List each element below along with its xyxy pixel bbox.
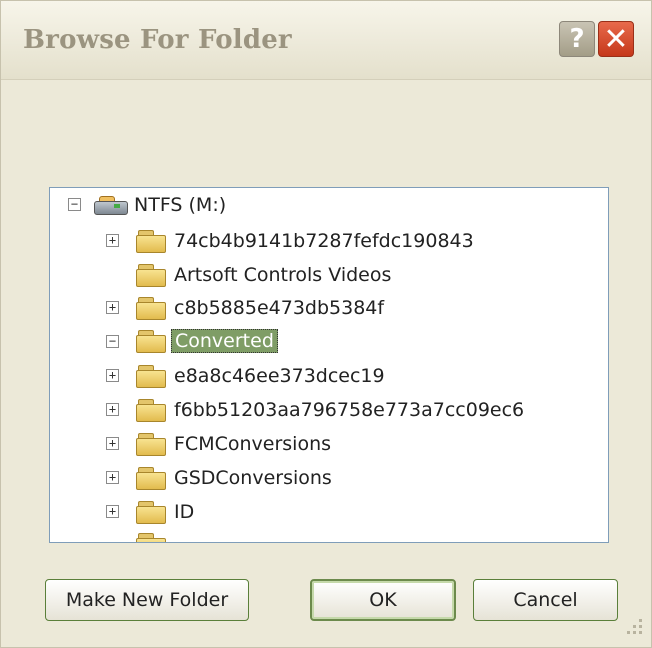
make-new-folder-button[interactable]: Make New Folder (45, 579, 249, 621)
resize-grip-icon[interactable] (621, 613, 645, 637)
tree-item[interactable]: GSDConversions (174, 467, 332, 489)
expand-expander[interactable]: + (106, 403, 119, 416)
tree-item[interactable]: FCMConversions (174, 433, 331, 455)
title-bar[interactable]: Browse For Folder ? ✕ (1, 1, 651, 80)
tree-item[interactable]: ID (174, 501, 194, 523)
folder-icon (136, 533, 166, 542)
folder-icon (136, 399, 166, 422)
cancel-button[interactable]: Cancel (473, 579, 618, 621)
expand-expander[interactable]: + (106, 369, 119, 382)
folder-icon (136, 264, 166, 287)
folder-icon (136, 501, 166, 524)
folder-tree[interactable]: − NTFS (M:) + 74cb4b9141b7287fefdc190843… (49, 187, 609, 543)
tree-item[interactable]: 74cb4b9141b7287fefdc190843 (174, 230, 474, 252)
tree-item[interactable]: e8a8c46ee373dcec19 (174, 365, 385, 387)
close-button[interactable]: ✕ (598, 21, 634, 57)
tree-item[interactable]: Artsoft Controls Videos (174, 264, 391, 286)
help-button[interactable]: ? (559, 21, 595, 57)
window-title: Browse For Folder (23, 25, 292, 55)
folder-icon (136, 365, 166, 388)
folder-icon (136, 230, 166, 253)
browse-folder-dialog: Browse For Folder ? ✕ − NTFS (M:) + 74cb… (0, 0, 652, 648)
tree-root-label[interactable]: NTFS (M:) (134, 194, 226, 216)
folder-icon (136, 467, 166, 490)
ok-button[interactable]: OK (310, 579, 456, 621)
drive-icon (94, 195, 128, 215)
tree-item-selected[interactable]: Converted (171, 329, 278, 353)
expand-expander[interactable]: + (106, 505, 119, 518)
collapse-expander[interactable]: − (106, 335, 119, 348)
open-folder-icon (136, 330, 166, 353)
folder-icon (136, 297, 166, 320)
expand-expander[interactable]: + (106, 301, 119, 314)
expand-expander[interactable]: + (106, 437, 119, 450)
expand-expander[interactable]: + (106, 234, 119, 247)
folder-icon (136, 433, 166, 456)
collapse-expander[interactable]: − (68, 198, 81, 211)
expand-expander[interactable]: + (106, 471, 119, 484)
tree-item[interactable]: c8b5885e473db5384f (174, 297, 384, 319)
tree-item[interactable]: f6bb51203aa796758e773a7cc09ec6 (174, 399, 524, 421)
